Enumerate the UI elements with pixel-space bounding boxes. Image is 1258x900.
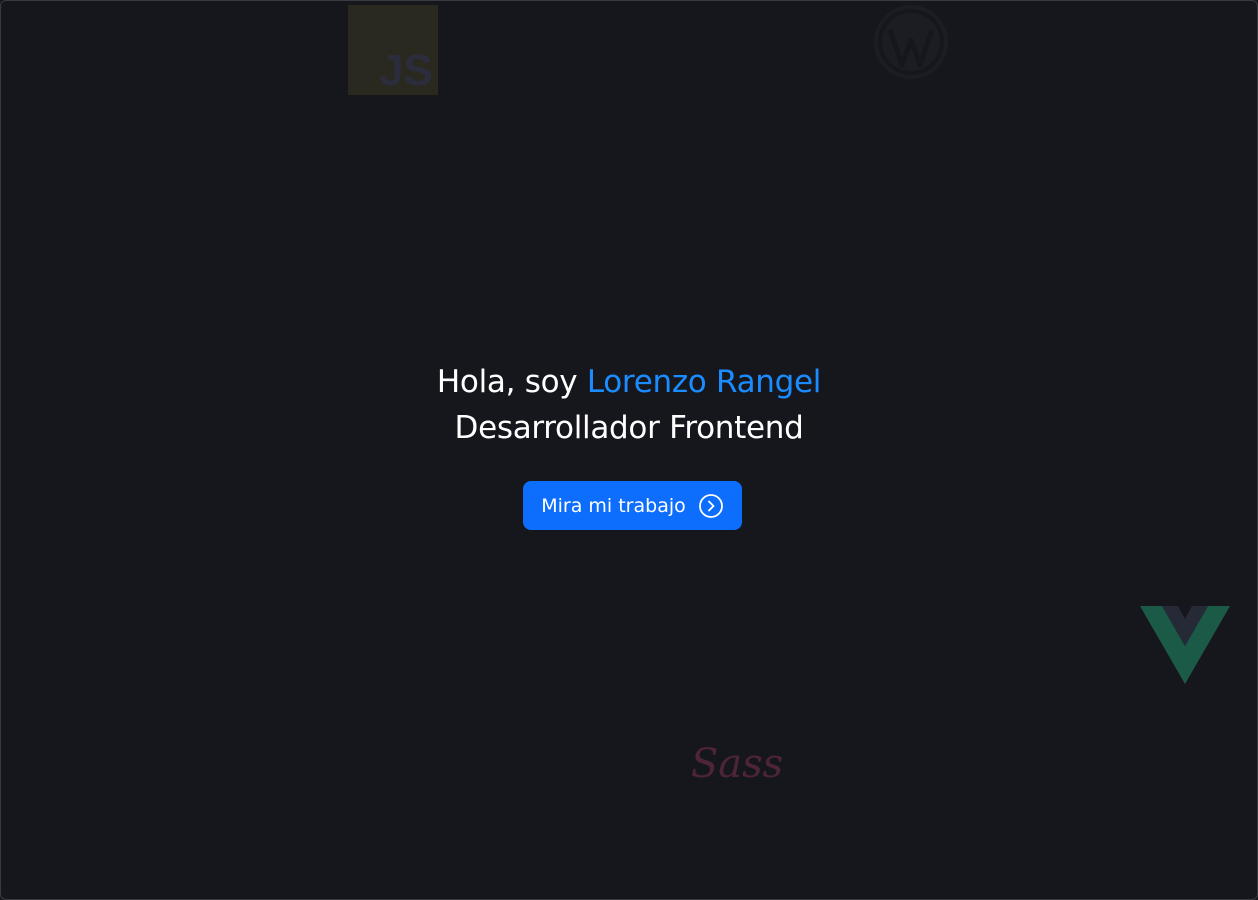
svg-text:Sass: Sass — [691, 741, 783, 787]
chevron-right-circle-icon — [698, 493, 724, 519]
view-work-button[interactable]: Mira mi trabajo — [523, 481, 742, 530]
hero-page: JS Sass Hola, soy Lorenzo Rangel Desarro… — [0, 0, 1258, 900]
javascript-logo-icon: JS — [348, 5, 438, 95]
wordpress-logo-icon — [874, 5, 948, 79]
svg-text:JS: JS — [379, 46, 433, 95]
developer-role: Desarrollador Frontend — [454, 410, 804, 446]
view-work-label: Mira mi trabajo — [541, 494, 686, 517]
greeting-text: Hola, soy — [436, 364, 587, 400]
hero-section: Hola, soy Lorenzo Rangel Desarrollador F… — [1, 359, 1257, 451]
hero-greeting-line: Hola, soy Lorenzo Rangel — [1, 359, 1257, 405]
vue-logo-icon — [1140, 606, 1230, 686]
developer-name: Lorenzo Rangel — [586, 364, 822, 400]
sass-logo-icon: Sass — [687, 723, 787, 801]
